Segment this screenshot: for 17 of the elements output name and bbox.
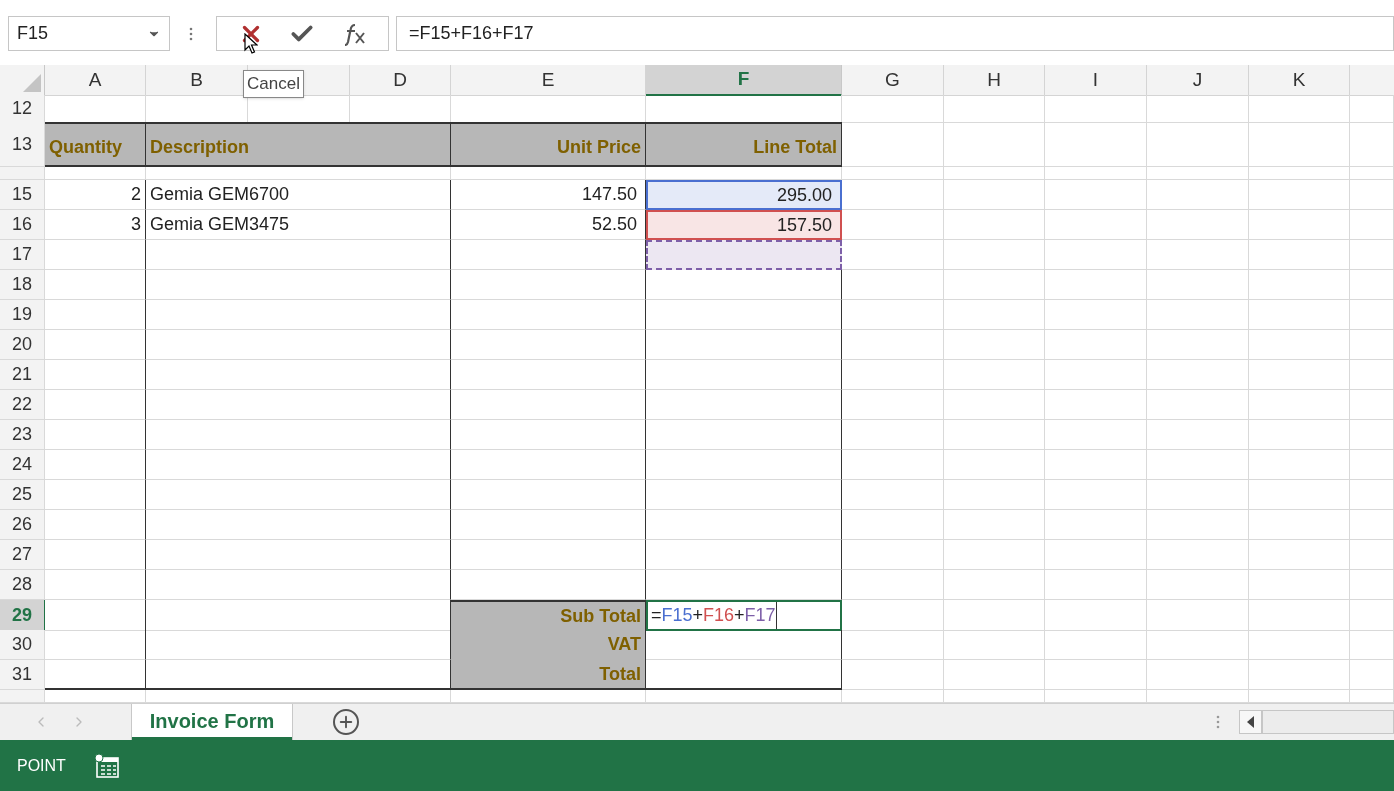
- table-cell: 52.50: [451, 210, 646, 240]
- status-mode: POINT: [17, 755, 66, 776]
- table-cell: Gemia GEM3475: [146, 210, 451, 240]
- tooltip: Cancel: [243, 70, 304, 98]
- table-header-cell: Unit Price: [451, 122, 646, 167]
- table-cell: 3: [45, 210, 146, 240]
- table-header-cell: Quantity: [45, 122, 146, 167]
- table-cell: 157.50: [646, 210, 842, 240]
- table-cell: 2: [45, 180, 146, 210]
- summary-label: Sub Total: [451, 600, 646, 631]
- table-header-cell: Line Total: [646, 122, 842, 167]
- table-cell: 147.50: [451, 180, 646, 210]
- table-header-cell: Description: [146, 122, 451, 167]
- summary-label: Total: [451, 660, 646, 690]
- summary-label: VAT: [451, 630, 646, 660]
- table-cell: Gemia GEM6700: [146, 180, 451, 210]
- table-cell: 295.00: [646, 180, 842, 210]
